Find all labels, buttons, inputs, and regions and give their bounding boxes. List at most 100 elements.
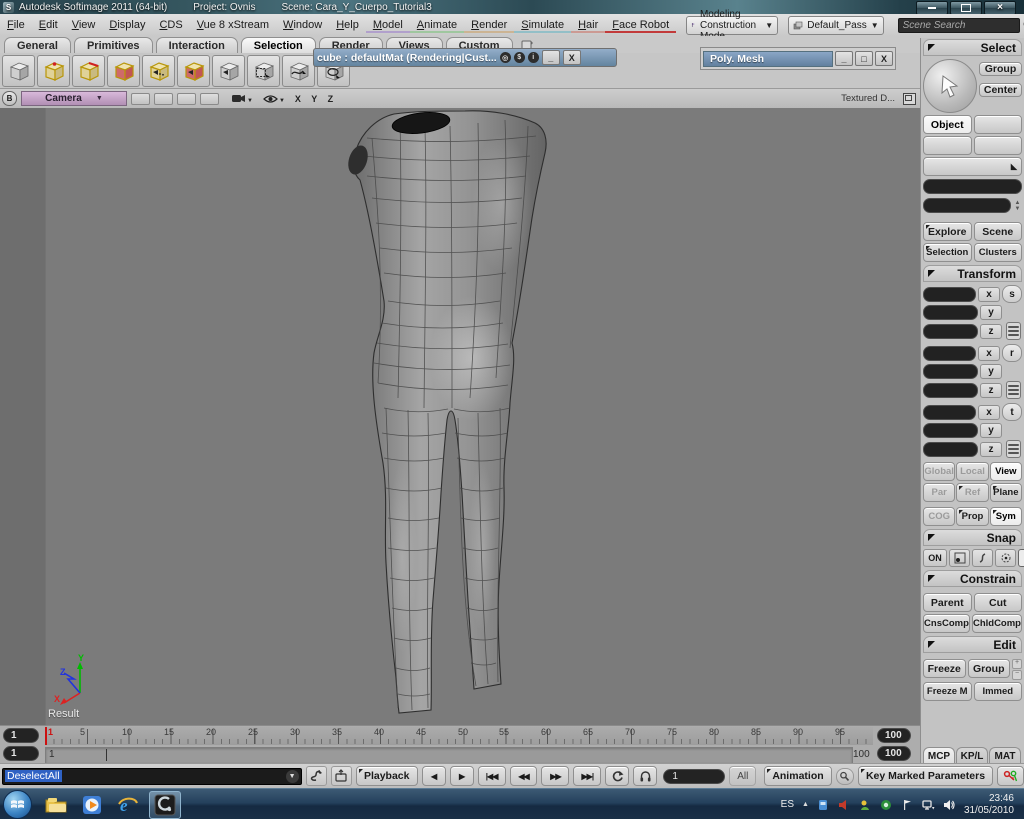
pass-dropdown[interactable]: Default_Pass ▼ bbox=[788, 15, 884, 35]
viewport-memo-button[interactable]: B bbox=[2, 91, 17, 106]
menu-window[interactable]: Window bbox=[276, 19, 329, 31]
frame-back-button[interactable]: ◀ bbox=[421, 766, 446, 786]
edit-section-header[interactable]: Edit bbox=[923, 636, 1022, 653]
viewport-memo-slot-4[interactable] bbox=[200, 92, 219, 105]
scene-button[interactable]: Scene bbox=[973, 222, 1022, 241]
filter-slot-button-1[interactable] bbox=[973, 115, 1022, 134]
translate-z-field[interactable] bbox=[923, 441, 978, 457]
translate-options-icon[interactable] bbox=[1005, 440, 1021, 458]
snap-on-button[interactable]: ON bbox=[923, 549, 947, 567]
close-button[interactable]: × bbox=[984, 1, 1016, 15]
menu-file[interactable]: File bbox=[0, 19, 32, 31]
viewport-memo-slot-1[interactable] bbox=[131, 92, 150, 105]
find-icon[interactable] bbox=[835, 767, 854, 785]
rotate-y-button[interactable]: y bbox=[980, 364, 1002, 379]
range-end-field[interactable]: 100 bbox=[877, 728, 911, 743]
rotate-z-button[interactable]: z bbox=[980, 382, 1002, 398]
scale-y-button[interactable]: y bbox=[980, 305, 1002, 320]
viewport-memo-slot-2[interactable] bbox=[154, 92, 173, 105]
command-input[interactable]: DeselectAll ▼ bbox=[2, 767, 302, 785]
menu-model[interactable]: Model bbox=[365, 19, 410, 33]
taskbar-clock[interactable]: 23:46 31/05/2010 bbox=[964, 793, 1018, 817]
command-history-dropdown[interactable]: ▼ bbox=[285, 769, 299, 783]
rotate-z-field[interactable] bbox=[923, 382, 978, 398]
loop-start-field[interactable]: 1 bbox=[3, 746, 39, 761]
tray-update-icon[interactable] bbox=[817, 798, 830, 811]
keying-panel-icon[interactable] bbox=[330, 766, 352, 786]
taskbar-internet-explorer-icon[interactable]: e bbox=[113, 792, 143, 818]
tab-interaction[interactable]: Interaction bbox=[155, 37, 238, 53]
center-button[interactable]: Center bbox=[979, 83, 1022, 97]
start-button[interactable] bbox=[3, 790, 32, 819]
maximize-button[interactable] bbox=[950, 1, 982, 15]
scale-z-field[interactable] bbox=[923, 323, 978, 339]
previous-key-button[interactable]: ◀◀ bbox=[509, 766, 538, 786]
script-editor-icon[interactable] bbox=[305, 766, 327, 786]
menu-animate[interactable]: Animate bbox=[409, 19, 465, 33]
explore-button[interactable]: Explore bbox=[923, 222, 972, 241]
selection-text-field-1[interactable] bbox=[923, 179, 1022, 194]
scene-search-input[interactable] bbox=[897, 17, 1020, 33]
tray-antivirus-icon[interactable] bbox=[880, 798, 893, 811]
scale-y-field[interactable] bbox=[923, 305, 978, 320]
local-mode-button[interactable]: Local bbox=[956, 462, 989, 481]
edit-plus-button[interactable]: + bbox=[1012, 659, 1022, 669]
range-start-field[interactable]: 1 bbox=[3, 728, 39, 743]
menu-display[interactable]: Display bbox=[102, 19, 152, 31]
raycast-select-cube-icon[interactable] bbox=[212, 54, 245, 87]
loop-end-field[interactable]: 100 bbox=[877, 746, 911, 761]
par-mode-button[interactable]: Par bbox=[923, 483, 956, 502]
viewport-resize-icon[interactable] bbox=[903, 92, 916, 105]
plane-mode-button[interactable]: Plane bbox=[989, 483, 1022, 502]
tab-general[interactable]: General bbox=[4, 37, 71, 53]
taskbar-explorer-icon[interactable] bbox=[41, 792, 71, 818]
rectangle-select-cube-icon[interactable] bbox=[247, 54, 280, 87]
visibility-eye-icon[interactable]: ▼ bbox=[263, 94, 285, 104]
menu-face-robot[interactable]: Face Robot bbox=[605, 19, 677, 33]
poly-mesh-close-button[interactable]: X bbox=[875, 51, 893, 66]
playhead[interactable] bbox=[45, 727, 47, 745]
global-mode-button[interactable]: Global bbox=[923, 462, 956, 481]
menu-simulate[interactable]: Simulate bbox=[514, 19, 572, 33]
ppg-update-icon[interactable]: ◎ bbox=[499, 52, 511, 63]
sym-button[interactable]: Sym bbox=[989, 507, 1022, 526]
rotate-x-button[interactable]: x bbox=[978, 345, 1000, 361]
menu-edit[interactable]: Edit bbox=[32, 19, 65, 31]
menu-render[interactable]: Render bbox=[464, 19, 515, 33]
menu-help[interactable]: Help bbox=[329, 19, 366, 31]
translate-z-button[interactable]: z bbox=[980, 441, 1002, 457]
menu-view[interactable]: View bbox=[65, 19, 103, 31]
scale-options-icon[interactable] bbox=[1005, 322, 1021, 340]
select-point-cube-icon[interactable] bbox=[37, 54, 70, 87]
selection-spinner[interactable]: ▲ ▼ bbox=[1013, 197, 1022, 214]
translate-y-field[interactable] bbox=[923, 423, 978, 438]
go-to-start-button[interactable]: |◀◀ bbox=[477, 766, 506, 786]
tab-selection[interactable]: Selection bbox=[240, 37, 316, 53]
camera-view-dropdown[interactable]: Camera ▼ bbox=[21, 91, 127, 106]
immed-button[interactable]: Immed bbox=[973, 682, 1022, 701]
select-object-cube-icon[interactable] bbox=[2, 54, 35, 87]
rotate-tool-button[interactable]: r bbox=[1002, 344, 1022, 362]
ppg-lock-icon[interactable]: $ bbox=[513, 52, 525, 63]
freeze-button[interactable]: Freeze bbox=[923, 659, 966, 678]
volume-icon[interactable] bbox=[943, 798, 956, 811]
viewport-memo-slot-3[interactable] bbox=[177, 92, 196, 105]
ppg-close-button[interactable]: X bbox=[562, 50, 581, 65]
translate-y-button[interactable]: y bbox=[980, 423, 1002, 438]
tab-mcp[interactable]: MCP bbox=[923, 747, 955, 764]
viewport-canvas[interactable]: Y X Z Result bbox=[0, 108, 920, 726]
timeline[interactable]: 1 1 1 5 10 15 20 25 30 35 40 45 50 55 60… bbox=[0, 725, 920, 764]
ppg-info-icon[interactable]: i bbox=[527, 52, 539, 63]
chldcomp-button[interactable]: ChldComp bbox=[971, 614, 1022, 633]
snap-section-header[interactable]: Snap bbox=[923, 529, 1022, 546]
minimize-button[interactable] bbox=[916, 1, 948, 15]
taskbar-softimage-icon[interactable] bbox=[149, 790, 181, 819]
edit-group-button[interactable]: Group bbox=[967, 659, 1010, 678]
show-hidden-icons-chevron[interactable]: ▲ bbox=[802, 801, 809, 808]
rotate-options-icon[interactable] bbox=[1005, 381, 1021, 399]
camera-viewport[interactable]: B Camera ▼ ▼ ▼ X Y Z Textured D... Y X Z… bbox=[0, 88, 922, 726]
cnscomp-button[interactable]: CnsComp bbox=[923, 614, 970, 633]
rotate-y-field[interactable] bbox=[923, 364, 978, 379]
snap-grid-icon[interactable] bbox=[1018, 549, 1024, 567]
poly-mesh-title[interactable]: Poly. Mesh bbox=[703, 50, 833, 67]
